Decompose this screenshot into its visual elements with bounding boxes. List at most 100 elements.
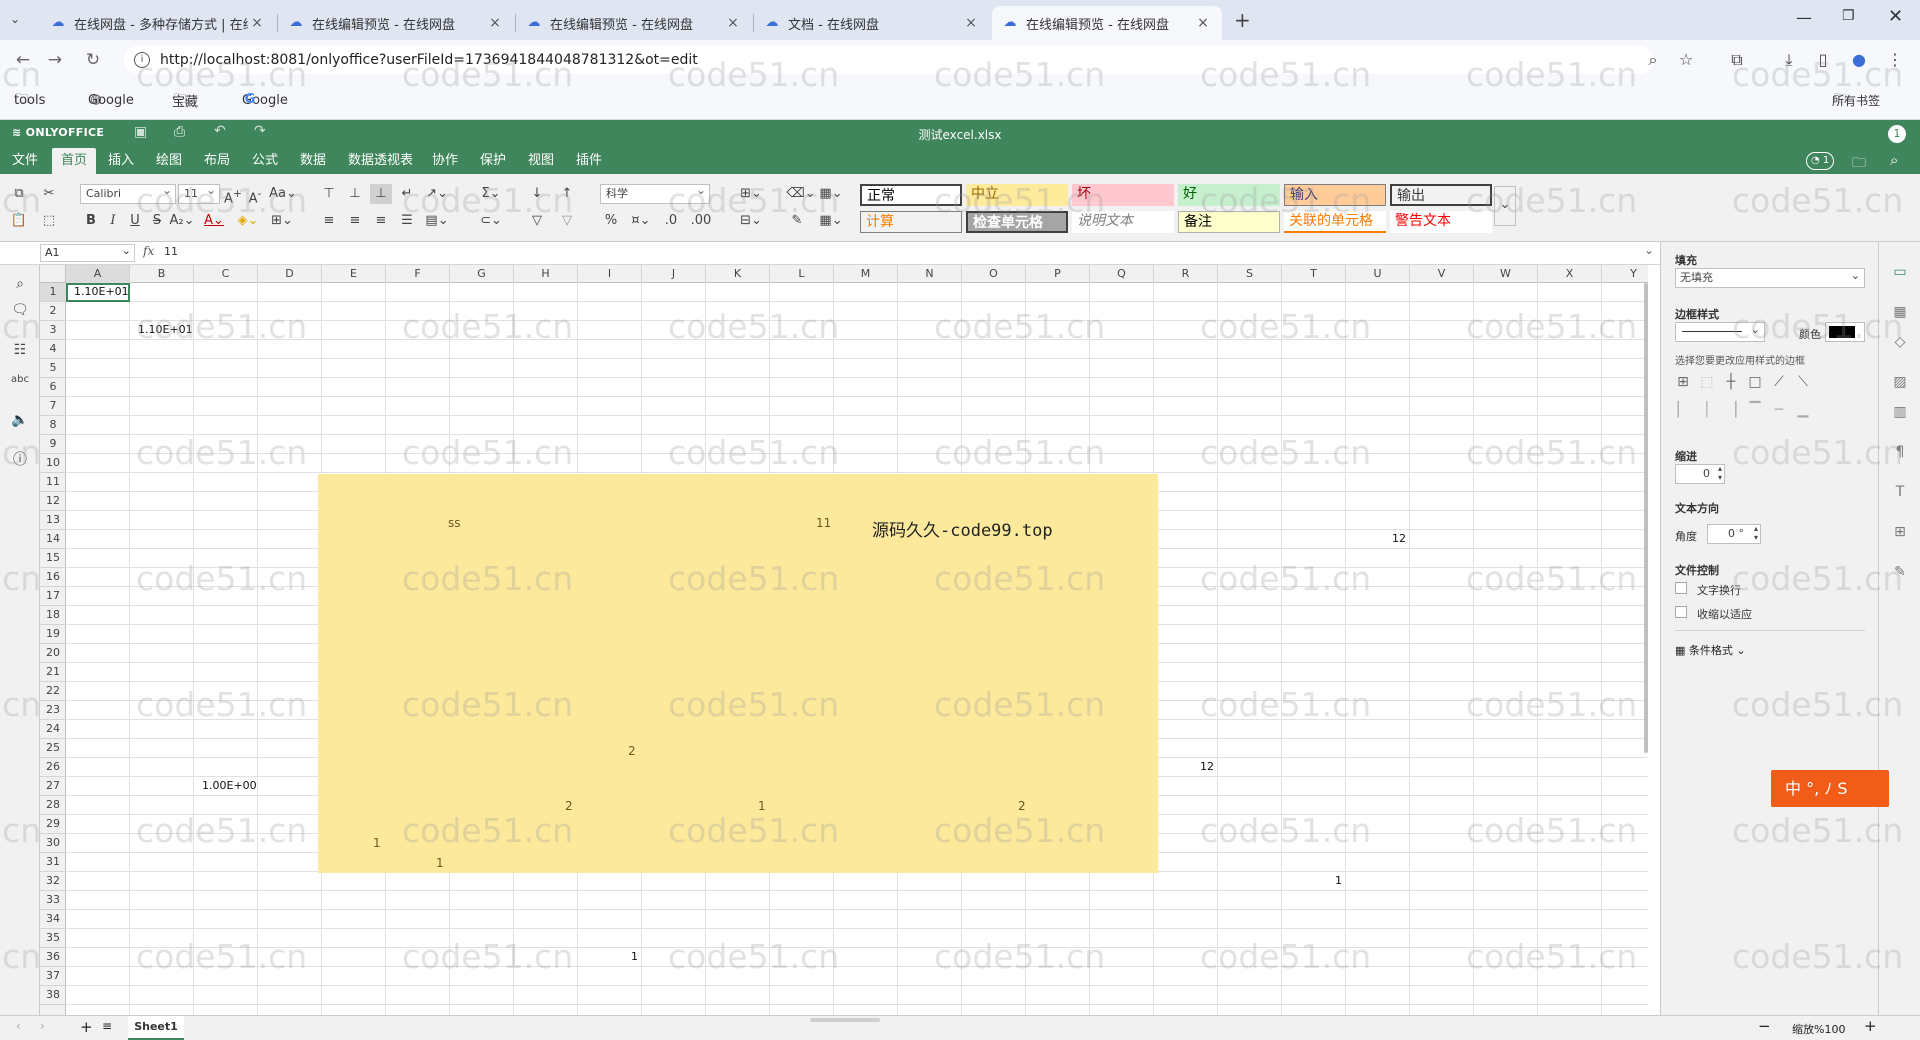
user-avatar[interactable]: 1: [1888, 125, 1906, 143]
chart-settings-icon[interactable]: ▥: [1890, 402, 1910, 422]
outer-borders-icon[interactable]: □: [1747, 374, 1763, 390]
select-all-icon[interactable]: ⬚: [38, 211, 60, 231]
style-bad[interactable]: 坏: [1072, 184, 1174, 206]
subscript-icon[interactable]: A₂⌄: [168, 211, 196, 231]
column-header-h[interactable]: H: [514, 265, 578, 283]
clear-filter-icon[interactable]: ▽: [556, 211, 578, 231]
extensions-icon[interactable]: ⧉: [1724, 48, 1750, 72]
merge-icon[interactable]: ▤⌄: [422, 211, 452, 231]
shape-settings-icon[interactable]: ◇: [1890, 332, 1910, 352]
number-format-select[interactable]: 科学: [600, 181, 710, 204]
cell-u14[interactable]: 12: [1346, 530, 1410, 549]
text-shape[interactable]: 源码久久-code99.top ss 11 2 2 1 2 1 1: [318, 474, 1158, 873]
shrink-fit-checkbox[interactable]: [1675, 606, 1687, 618]
right-border-icon[interactable]: ▕: [1723, 402, 1739, 418]
row-header-14[interactable]: 14: [40, 530, 66, 549]
row-header-1[interactable]: 1: [40, 283, 66, 302]
signature-settings-icon[interactable]: ✎: [1890, 562, 1910, 582]
profile-avatar-icon[interactable]: ●: [1846, 48, 1872, 72]
justify-icon[interactable]: ☰: [396, 211, 418, 231]
cell-settings-icon[interactable]: ▭: [1890, 262, 1910, 282]
column-header-l[interactable]: L: [770, 265, 834, 283]
menu-protect[interactable]: 保护: [472, 148, 514, 174]
row-header-9[interactable]: 9: [40, 435, 66, 454]
browser-menu-icon[interactable]: ⋮: [1882, 48, 1908, 72]
row-header-22[interactable]: 22: [40, 682, 66, 701]
column-header-k[interactable]: K: [706, 265, 770, 283]
align-top-icon[interactable]: ⊤: [318, 184, 340, 204]
row-header-37[interactable]: 37: [40, 967, 66, 986]
wrap-text-checkbox[interactable]: [1675, 582, 1687, 594]
cond-format-icon[interactable]: ▦⌄: [816, 184, 846, 204]
row-header-21[interactable]: 21: [40, 663, 66, 682]
conditional-format-button[interactable]: ▦ 条件格式 ⌄: [1675, 642, 1746, 658]
back-button[interactable]: ←: [10, 48, 36, 72]
pivot-settings-icon[interactable]: ⊞: [1890, 522, 1910, 542]
row-header-31[interactable]: 31: [40, 853, 66, 872]
style-note[interactable]: 备注: [1178, 211, 1280, 233]
style-normal[interactable]: 正常: [860, 184, 962, 206]
vertical-inner-icon[interactable]: │: [1699, 402, 1715, 418]
row-header-18[interactable]: 18: [40, 606, 66, 625]
row-header-2[interactable]: 2: [40, 302, 66, 321]
textart-settings-icon[interactable]: T: [1890, 482, 1910, 502]
cells-area[interactable]: 1.10E+01 1.10E+01 1.00E+00 12 12 1 1 源码久久-code9…: [66, 283, 1648, 1015]
bookmark-tools[interactable]: 🗀 tools: [14, 90, 45, 110]
row-header-3[interactable]: 3: [40, 321, 66, 340]
row-header-26[interactable]: 26: [40, 758, 66, 777]
borders-icon[interactable]: ⊞⌄: [268, 211, 296, 231]
column-header-d[interactable]: D: [258, 265, 322, 283]
spreadsheet-grid[interactable]: ABCDEFGHIJKLMNOPQRSTUVWXY 1 2 3 4 5 6 7 8 9 10 11 1…: [40, 265, 1648, 1015]
row-header-35[interactable]: 35: [40, 929, 66, 948]
style-input[interactable]: 输入: [1284, 184, 1386, 206]
change-case-icon[interactable]: Aa⌄: [268, 184, 298, 204]
open-location-icon[interactable]: 🗀: [1852, 152, 1866, 176]
cell-t32[interactable]: 1: [1282, 872, 1346, 891]
zoom-out-icon[interactable]: −: [1758, 1017, 1771, 1035]
strikethrough-icon[interactable]: S: [146, 211, 168, 231]
column-header-m[interactable]: M: [834, 265, 898, 283]
bold-icon[interactable]: B: [80, 211, 102, 231]
column-header-q[interactable]: Q: [1090, 265, 1154, 283]
name-box[interactable]: A1 ⌄: [40, 244, 135, 262]
all-bookmarks[interactable]: 🗀 所有书签: [1832, 90, 1880, 110]
menu-layout[interactable]: 布局: [196, 148, 238, 174]
italic-icon[interactable]: I: [102, 211, 124, 231]
browser-tab-4[interactable]: ☁ 文档 - 在线网盘 ×: [754, 6, 990, 40]
url-input[interactable]: i http://localhost:8081/onlyoffice?userF…: [124, 46, 1654, 74]
menu-plugins[interactable]: 插件: [568, 148, 610, 174]
ime-toolbar[interactable]: 中 °, ﾉ S: [1771, 770, 1889, 807]
bookmark-star-icon[interactable]: ☆: [1673, 48, 1699, 72]
column-header-c[interactable]: C: [194, 265, 258, 283]
print-icon[interactable]: ⎙: [174, 124, 185, 140]
cell-i36[interactable]: 1: [578, 948, 642, 967]
download-icon[interactable]: ⤓: [1776, 48, 1802, 72]
format-as-table-icon[interactable]: ▦⌄: [816, 211, 846, 231]
sidepanel-icon[interactable]: ▯: [1810, 48, 1836, 72]
sort-asc-icon[interactable]: ↓: [526, 184, 548, 204]
comments-icon[interactable]: 🗨: [8, 299, 32, 321]
style-calculation[interactable]: 计算: [860, 211, 962, 233]
window-close-button[interactable]: ✕: [1888, 6, 1903, 27]
spellcheck-icon[interactable]: abc: [8, 369, 32, 391]
close-icon[interactable]: ×: [962, 15, 980, 31]
fill-color-icon[interactable]: ◈⌄: [234, 211, 262, 231]
font-color-icon[interactable]: A⌄: [200, 211, 228, 231]
row-header-34[interactable]: 34: [40, 910, 66, 929]
decrease-font-icon[interactable]: A-: [244, 184, 266, 206]
browser-tab-3[interactable]: ☁ 在线编辑预览 - 在线网盘 ×: [516, 6, 752, 40]
style-warning[interactable]: 警告文本: [1390, 211, 1492, 233]
bookmark-google-2[interactable]: G Google: [242, 90, 288, 110]
column-header-g[interactable]: G: [450, 265, 514, 283]
cell-a1[interactable]: 1.10E+01: [66, 283, 130, 302]
filter-icon[interactable]: ▽: [526, 211, 548, 231]
close-icon[interactable]: ×: [1194, 15, 1212, 31]
row-header-10[interactable]: 10: [40, 454, 66, 473]
browser-tab-5-active[interactable]: ☁ 在线编辑预览 - 在线网盘 ×: [992, 6, 1222, 40]
add-sheet-icon[interactable]: +: [80, 1018, 93, 1036]
increase-font-icon[interactable]: A+: [222, 184, 244, 206]
row-header-29[interactable]: 29: [40, 815, 66, 834]
browser-tab-2[interactable]: ☁ 在线编辑预览 - 在线网盘 ×: [278, 6, 514, 40]
no-borders-icon[interactable]: ⬚: [1699, 374, 1715, 390]
column-header-b[interactable]: B: [130, 265, 194, 283]
